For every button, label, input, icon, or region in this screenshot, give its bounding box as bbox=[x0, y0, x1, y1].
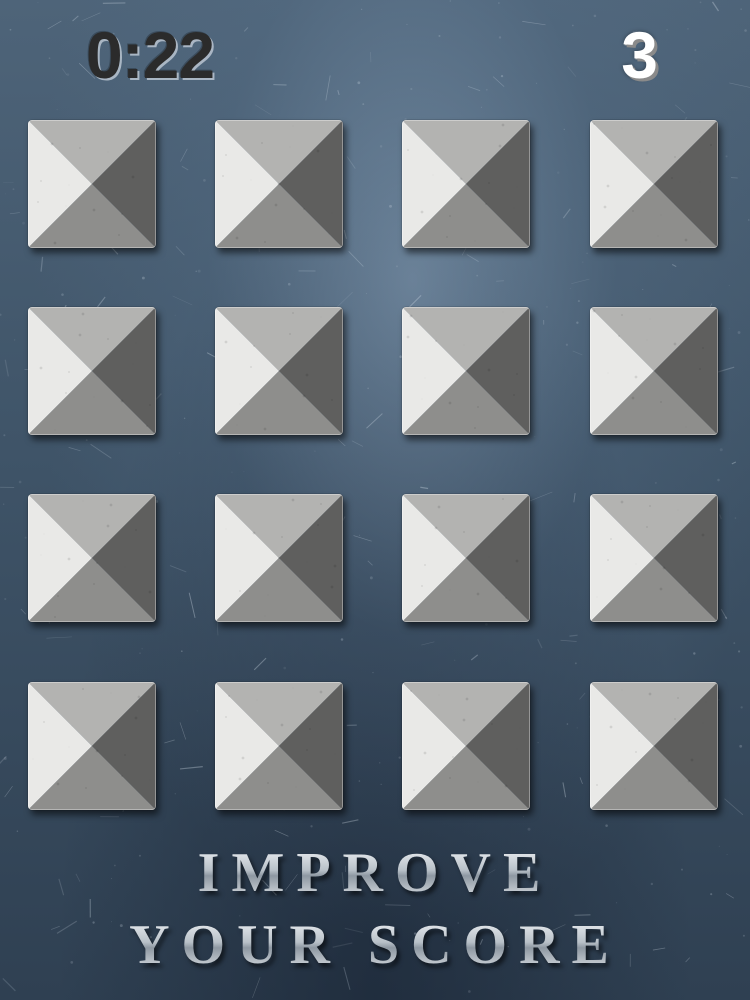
pyramid-stud-icon bbox=[215, 682, 343, 810]
pyramid-stud-icon bbox=[28, 682, 156, 810]
tile-r1-c3[interactable] bbox=[402, 120, 530, 248]
tile-r3-c2[interactable] bbox=[215, 494, 343, 622]
pyramid-stud-icon bbox=[590, 494, 718, 622]
tile-r3-c4[interactable] bbox=[590, 494, 718, 622]
tile-r2-c4[interactable] bbox=[590, 307, 718, 435]
pyramid-stud-icon bbox=[402, 307, 530, 435]
tile-r1-c2[interactable] bbox=[215, 120, 343, 248]
tile-r4-c1[interactable] bbox=[28, 682, 156, 810]
tile-r2-c3[interactable] bbox=[402, 307, 530, 435]
pyramid-stud-icon bbox=[215, 307, 343, 435]
pyramid-stud-icon bbox=[590, 120, 718, 248]
pyramid-stud-icon bbox=[215, 494, 343, 622]
pyramid-stud-icon bbox=[28, 307, 156, 435]
tile-r3-c1[interactable] bbox=[28, 494, 156, 622]
tile-r4-c3[interactable] bbox=[402, 682, 530, 810]
pyramid-stud-icon bbox=[590, 307, 718, 435]
tile-r4-c4[interactable] bbox=[590, 682, 718, 810]
banner-line-your-score: YOUR SCORE bbox=[0, 917, 750, 973]
pyramid-stud-icon bbox=[590, 682, 718, 810]
pyramid-stud-icon bbox=[402, 682, 530, 810]
tile-r2-c1[interactable] bbox=[28, 307, 156, 435]
tile-r2-c2[interactable] bbox=[215, 307, 343, 435]
tile-r3-c3[interactable] bbox=[402, 494, 530, 622]
pyramid-stud-icon bbox=[215, 120, 343, 248]
banner-line-improve: IMPROVE bbox=[0, 845, 750, 901]
pyramid-stud-icon bbox=[402, 494, 530, 622]
tile-r1-c1[interactable] bbox=[28, 120, 156, 248]
pyramid-stud-icon bbox=[402, 120, 530, 248]
tile-r4-c2[interactable] bbox=[215, 682, 343, 810]
pyramid-stud-icon bbox=[28, 120, 156, 248]
tile-r1-c4[interactable] bbox=[590, 120, 718, 248]
pyramid-stud-icon bbox=[28, 494, 156, 622]
